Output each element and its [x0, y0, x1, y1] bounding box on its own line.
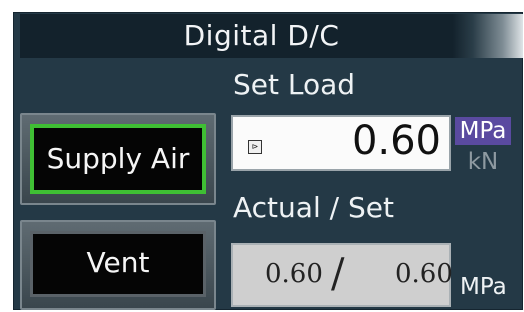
- supply-air-button[interactable]: Supply Air: [30, 124, 206, 194]
- set-load-label: Set Load: [233, 68, 356, 101]
- unit-mpa-option[interactable]: MPa: [455, 117, 511, 145]
- set-load-input[interactable]: ⊳ 0.60: [231, 115, 451, 171]
- actual-set-separator: /: [331, 251, 345, 297]
- keypad-open-icon[interactable]: ⊳: [248, 140, 262, 154]
- set-load-value: 0.60: [351, 118, 441, 164]
- unit-kn-option[interactable]: kN: [455, 148, 511, 176]
- actual-set-display: 0.60 / 0.60: [231, 243, 453, 307]
- panel-title: Digital D/C: [183, 19, 340, 52]
- hmi-screen: Digital D/C Set Load Supply Air ⊳ 0.60 M…: [0, 0, 524, 312]
- supply-air-button-frame: Supply Air: [20, 113, 216, 205]
- vent-button-frame: Vent: [20, 220, 216, 310]
- set-value: 0.60: [395, 259, 453, 289]
- actual-unit-label: MPa: [460, 274, 507, 300]
- vent-button[interactable]: Vent: [30, 231, 206, 297]
- actual-value: 0.60: [265, 259, 323, 289]
- actual-set-label: Actual / Set: [233, 191, 394, 224]
